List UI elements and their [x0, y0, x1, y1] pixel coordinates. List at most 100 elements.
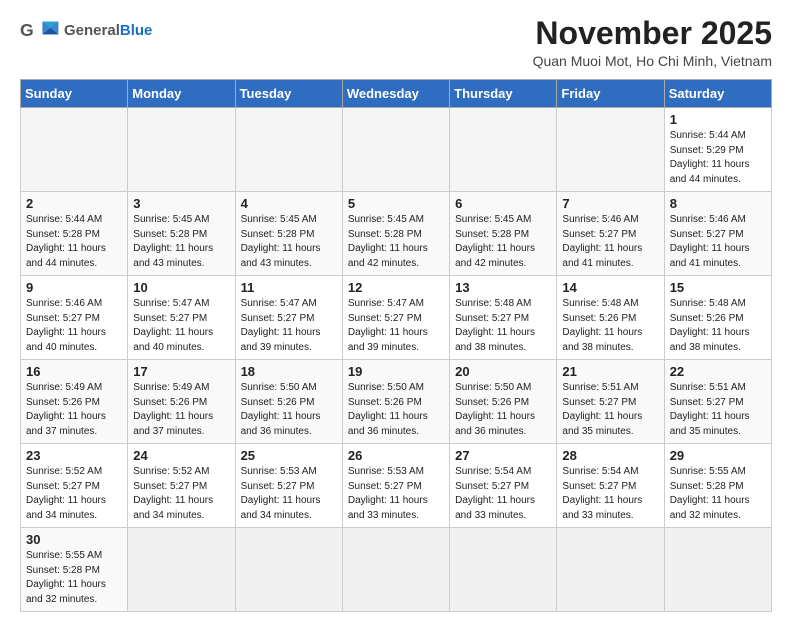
- calendar-day-cell: 14 Sunrise: 5:48 AM Sunset: 5:26 PM Dayli…: [557, 276, 664, 360]
- calendar-day-cell: 27 Sunrise: 5:54 AM Sunset: 5:27 PM Dayli…: [450, 444, 557, 528]
- day-info: Sunrise: 5:52 AM Sunset: 5:27 PM Dayligh…: [26, 465, 122, 523]
- day-number: 3: [133, 196, 229, 211]
- day-number: 24: [133, 448, 229, 463]
- day-info: Sunrise: 5:47 AM Sunset: 5:27 PM Dayligh…: [348, 297, 444, 355]
- svg-text:G: G: [20, 20, 34, 40]
- calendar-table: Sunday Monday Tuesday Wednesday Thursday…: [20, 79, 772, 612]
- day-number: 7: [562, 196, 658, 211]
- day-info: Sunrise: 5:48 AM Sunset: 5:26 PM Dayligh…: [670, 297, 766, 355]
- day-number: 19: [348, 364, 444, 379]
- day-info: Sunrise: 5:46 AM Sunset: 5:27 PM Dayligh…: [670, 213, 766, 271]
- calendar-day-cell: 1Sunrise: 5:44 AM Sunset: 5:29 PM Daylig…: [664, 108, 771, 192]
- day-info: Sunrise: 5:53 AM Sunset: 5:27 PM Dayligh…: [348, 465, 444, 523]
- col-friday: Friday: [557, 80, 664, 108]
- calendar-day-cell: 11 Sunrise: 5:47 AM Sunset: 5:27 PM Dayli…: [235, 276, 342, 360]
- logo-area: G GeneralBlue: [20, 16, 152, 46]
- calendar-day-cell: [557, 108, 664, 192]
- day-number: 2: [26, 196, 122, 211]
- calendar-day-cell: 21 Sunrise: 5:51 AM Sunset: 5:27 PM Dayli…: [557, 360, 664, 444]
- calendar-day-cell: 28 Sunrise: 5:54 AM Sunset: 5:27 PM Dayli…: [557, 444, 664, 528]
- day-number: 30: [26, 532, 122, 547]
- calendar-day-cell: 6Sunrise: 5:45 AM Sunset: 5:28 PM Daylig…: [450, 192, 557, 276]
- calendar-day-cell: [128, 108, 235, 192]
- logo-blue: Blue: [120, 22, 153, 39]
- calendar-day-cell: 8Sunrise: 5:46 AM Sunset: 5:27 PM Daylig…: [664, 192, 771, 276]
- calendar-day-cell: [557, 528, 664, 612]
- calendar-week-row: 1Sunrise: 5:44 AM Sunset: 5:29 PM Daylig…: [21, 108, 772, 192]
- calendar-day-cell: 3 Sunrise: 5:45 AM Sunset: 5:28 PM Daylig…: [128, 192, 235, 276]
- day-number: 6: [455, 196, 551, 211]
- day-number: 27: [455, 448, 551, 463]
- day-number: 5: [348, 196, 444, 211]
- day-number: 4: [241, 196, 337, 211]
- day-info: Sunrise: 5:45 AM Sunset: 5:28 PM Dayligh…: [241, 213, 337, 271]
- calendar-week-row: 9Sunrise: 5:46 AM Sunset: 5:27 PM Daylig…: [21, 276, 772, 360]
- day-info: Sunrise: 5:54 AM Sunset: 5:27 PM Dayligh…: [455, 465, 551, 523]
- day-number: 10: [133, 280, 229, 295]
- day-info: Sunrise: 5:51 AM Sunset: 5:27 PM Dayligh…: [562, 381, 658, 439]
- calendar-day-cell: [342, 528, 449, 612]
- day-number: 18: [241, 364, 337, 379]
- calendar-day-cell: 23 Sunrise: 5:52 AM Sunset: 5:27 PM Dayli…: [21, 444, 128, 528]
- calendar-day-cell: 25Sunrise: 5:53 AM Sunset: 5:27 PM Dayli…: [235, 444, 342, 528]
- calendar-day-cell: [21, 108, 128, 192]
- day-number: 13: [455, 280, 551, 295]
- day-info: Sunrise: 5:55 AM Sunset: 5:28 PM Dayligh…: [26, 549, 122, 607]
- calendar-week-row: 30 Sunrise: 5:55 AM Sunset: 5:28 PM Dayli…: [21, 528, 772, 612]
- calendar-day-cell: 19 Sunrise: 5:50 AM Sunset: 5:26 PM Dayli…: [342, 360, 449, 444]
- day-info: Sunrise: 5:47 AM Sunset: 5:27 PM Dayligh…: [133, 297, 229, 355]
- generalblue-logo-icon: G: [20, 18, 60, 46]
- calendar-day-cell: 13 Sunrise: 5:48 AM Sunset: 5:27 PM Dayli…: [450, 276, 557, 360]
- calendar-day-cell: [235, 528, 342, 612]
- day-info: Sunrise: 5:44 AM Sunset: 5:29 PM Dayligh…: [670, 129, 766, 187]
- calendar-day-cell: 4 Sunrise: 5:45 AM Sunset: 5:28 PM Daylig…: [235, 192, 342, 276]
- day-number: 20: [455, 364, 551, 379]
- day-number: 22: [670, 364, 766, 379]
- day-number: 11: [241, 280, 337, 295]
- day-info: Sunrise: 5:50 AM Sunset: 5:26 PM Dayligh…: [241, 381, 337, 439]
- day-info: Sunrise: 5:54 AM Sunset: 5:27 PM Dayligh…: [562, 465, 658, 523]
- day-number: 29: [670, 448, 766, 463]
- day-info: Sunrise: 5:48 AM Sunset: 5:26 PM Dayligh…: [562, 297, 658, 355]
- calendar-day-cell: 2 Sunrise: 5:44 AM Sunset: 5:28 PM Daylig…: [21, 192, 128, 276]
- day-info: Sunrise: 5:48 AM Sunset: 5:27 PM Dayligh…: [455, 297, 551, 355]
- title-area: November 2025 Quan Muoi Mot, Ho Chi Minh…: [533, 16, 772, 69]
- month-title: November 2025: [533, 16, 772, 51]
- day-info: Sunrise: 5:51 AM Sunset: 5:27 PM Dayligh…: [670, 381, 766, 439]
- day-number: 16: [26, 364, 122, 379]
- calendar-day-cell: 18 Sunrise: 5:50 AM Sunset: 5:26 PM Dayli…: [235, 360, 342, 444]
- calendar-day-cell: 22 Sunrise: 5:51 AM Sunset: 5:27 PM Dayli…: [664, 360, 771, 444]
- calendar-day-cell: 24 Sunrise: 5:52 AM Sunset: 5:27 PM Dayli…: [128, 444, 235, 528]
- day-info: Sunrise: 5:44 AM Sunset: 5:28 PM Dayligh…: [26, 213, 122, 271]
- calendar-day-cell: 9Sunrise: 5:46 AM Sunset: 5:27 PM Daylig…: [21, 276, 128, 360]
- col-tuesday: Tuesday: [235, 80, 342, 108]
- calendar-day-cell: [235, 108, 342, 192]
- calendar-day-cell: 15Sunrise: 5:48 AM Sunset: 5:26 PM Dayli…: [664, 276, 771, 360]
- calendar-week-row: 16 Sunrise: 5:49 AM Sunset: 5:26 PM Dayli…: [21, 360, 772, 444]
- day-info: Sunrise: 5:46 AM Sunset: 5:27 PM Dayligh…: [26, 297, 122, 355]
- calendar-day-cell: 26 Sunrise: 5:53 AM Sunset: 5:27 PM Dayli…: [342, 444, 449, 528]
- day-info: Sunrise: 5:50 AM Sunset: 5:26 PM Dayligh…: [348, 381, 444, 439]
- day-info: Sunrise: 5:55 AM Sunset: 5:28 PM Dayligh…: [670, 465, 766, 523]
- location-title: Quan Muoi Mot, Ho Chi Minh, Vietnam: [533, 53, 772, 69]
- calendar-day-cell: 5Sunrise: 5:45 AM Sunset: 5:28 PM Daylig…: [342, 192, 449, 276]
- day-info: Sunrise: 5:45 AM Sunset: 5:28 PM Dayligh…: [133, 213, 229, 271]
- calendar-day-cell: 7Sunrise: 5:46 AM Sunset: 5:27 PM Daylig…: [557, 192, 664, 276]
- calendar-day-cell: 29 Sunrise: 5:55 AM Sunset: 5:28 PM Dayli…: [664, 444, 771, 528]
- day-info: Sunrise: 5:52 AM Sunset: 5:27 PM Dayligh…: [133, 465, 229, 523]
- day-info: Sunrise: 5:49 AM Sunset: 5:26 PM Dayligh…: [26, 381, 122, 439]
- day-number: 14: [562, 280, 658, 295]
- day-number: 26: [348, 448, 444, 463]
- day-number: 12: [348, 280, 444, 295]
- day-number: 23: [26, 448, 122, 463]
- day-info: Sunrise: 5:49 AM Sunset: 5:26 PM Dayligh…: [133, 381, 229, 439]
- day-info: Sunrise: 5:47 AM Sunset: 5:27 PM Dayligh…: [241, 297, 337, 355]
- day-number: 25: [241, 448, 337, 463]
- calendar-day-cell: 20Sunrise: 5:50 AM Sunset: 5:26 PM Dayli…: [450, 360, 557, 444]
- calendar-day-cell: [450, 528, 557, 612]
- page-header: G GeneralBlue November 2025 Quan Muoi Mo…: [20, 16, 772, 69]
- col-thursday: Thursday: [450, 80, 557, 108]
- day-number: 28: [562, 448, 658, 463]
- day-number: 21: [562, 364, 658, 379]
- calendar-day-cell: 17Sunrise: 5:49 AM Sunset: 5:26 PM Dayli…: [128, 360, 235, 444]
